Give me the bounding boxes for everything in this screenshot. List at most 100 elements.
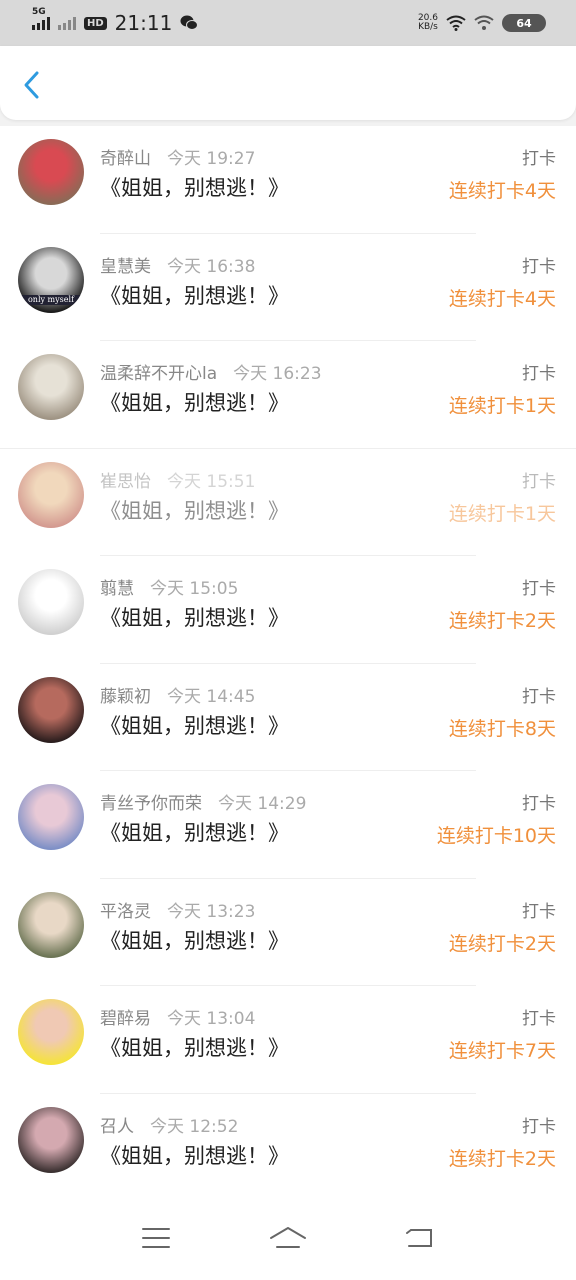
list-item[interactable]: 碧醉易 今天 13:04 《姐姐，别想逃！》 打卡 连续打卡7天 [0, 986, 576, 1094]
user-name[interactable]: 碧醉易 [100, 1004, 151, 1029]
book-title: 《姐姐，别想逃！》 [100, 391, 289, 415]
back-nav-button[interactable] [397, 1215, 443, 1261]
book-title: 《姐姐，别想逃！》 [100, 1143, 289, 1168]
streak-label: 连续打卡1天 [448, 395, 556, 417]
streak-label: 连续打卡8天 [448, 717, 556, 740]
signal-icon: 5G [32, 7, 50, 30]
streak-label: 连续打卡2天 [448, 610, 556, 632]
user-name[interactable]: 平洛灵 [100, 897, 151, 922]
streak-label: 连续打卡10天 [436, 825, 556, 847]
streak-label: 连续打卡2天 [448, 932, 556, 955]
list-item[interactable]: 温柔辞不开心la 今天 16:23 《姐姐，别想逃！》 打卡 连续打卡1天 [0, 341, 576, 449]
avatar[interactable] [18, 999, 84, 1065]
wifi-icon [474, 15, 494, 30]
list-item[interactable]: 崔思怡 今天 15:51 《姐姐，别想逃！》 打卡 连续打卡1天 [0, 449, 576, 556]
list-item[interactable]: 翦慧 今天 15:05 《姐姐，别想逃！》 打卡 连续打卡2天 [0, 556, 576, 664]
checkin-list: 奇醉山 今天 19:27 《姐姐，别想逃！》 打卡 连续打卡4天 only my… [0, 126, 576, 1201]
streak-label: 连续打卡2天 [448, 1147, 556, 1170]
avatar[interactable] [18, 569, 84, 635]
avatar[interactable] [18, 354, 84, 420]
post-time: 今天 14:45 [167, 686, 256, 707]
list-item[interactable]: 奇醉山 今天 19:27 《姐姐，别想逃！》 打卡 连续打卡4天 [0, 126, 576, 234]
avatar[interactable] [18, 461, 84, 528]
activity-type: 打卡 [522, 794, 556, 814]
user-name[interactable]: 藤颖初 [100, 682, 151, 707]
home-button[interactable] [265, 1215, 311, 1261]
activity-type: 打卡 [522, 149, 556, 169]
streak-label: 连续打卡4天 [448, 287, 556, 310]
post-time: 今天 19:27 [167, 149, 256, 169]
user-name[interactable]: 温柔辞不开心la [100, 359, 217, 384]
battery-icon: 64 [502, 14, 546, 32]
user-name[interactable]: 召人 [100, 1112, 134, 1137]
avatar[interactable] [18, 784, 84, 850]
book-title: 《姐姐，别想逃！》 [100, 713, 289, 738]
book-title: 《姐姐，别想逃！》 [100, 606, 289, 630]
list-item[interactable]: 召人 今天 12:52 《姐姐，别想逃！》 打卡 连续打卡2天 [0, 1094, 576, 1201]
activity-type: 打卡 [522, 1116, 556, 1137]
activity-type: 打卡 [522, 686, 556, 707]
avatar[interactable] [18, 676, 84, 743]
list-item[interactable]: 平洛灵 今天 13:23 《姐姐，别想逃！》 打卡 连续打卡2天 [0, 879, 576, 986]
hd-badge: HD [84, 16, 107, 30]
book-title: 《姐姐，别想逃！》 [100, 498, 289, 523]
item-meta: 碧醉易 今天 13:04 [100, 1004, 255, 1029]
chevron-left-icon [24, 71, 39, 99]
list-item[interactable]: 藤颖初 今天 14:45 《姐姐，别想逃！》 打卡 连续打卡8天 [0, 664, 576, 771]
post-time: 今天 16:23 [233, 364, 322, 384]
back-icon [406, 1229, 432, 1247]
post-time: 今天 16:38 [167, 256, 256, 277]
user-name[interactable]: 奇醉山 [100, 144, 151, 169]
streak-label: 连续打卡4天 [448, 180, 556, 202]
system-nav-bar [0, 1196, 576, 1280]
list-item[interactable]: 青丝予你而荣 今天 14:29 《姐姐，别想逃！》 打卡 连续打卡10天 [0, 771, 576, 879]
post-time: 今天 14:29 [218, 794, 307, 814]
post-time: 今天 12:52 [150, 1116, 239, 1137]
item-meta: 崔思怡 今天 15:51 [100, 467, 255, 492]
activity-type: 打卡 [522, 1009, 556, 1029]
post-time: 今天 15:51 [167, 471, 256, 492]
signal-icon [58, 16, 76, 30]
user-name[interactable]: 翦慧 [100, 574, 134, 599]
status-bar: 5G HD 21:11 20.6 KB/s 64 [0, 0, 576, 46]
user-name[interactable]: 皇慧美 [100, 252, 151, 277]
book-title: 《姐姐，别想逃！》 [100, 821, 289, 845]
avatar[interactable] [18, 891, 84, 958]
item-meta: 翦慧 今天 15:05 [100, 574, 238, 599]
item-meta: 召人 今天 12:52 [100, 1112, 238, 1137]
item-meta: 藤颖初 今天 14:45 [100, 682, 255, 707]
post-time: 今天 13:04 [167, 1009, 256, 1029]
avatar[interactable]: only myself [18, 246, 84, 313]
activity-type: 打卡 [522, 364, 556, 384]
book-title: 《姐姐，别想逃！》 [100, 283, 289, 308]
menu-button[interactable] [133, 1215, 179, 1261]
post-time: 今天 15:05 [150, 579, 239, 599]
network-speed: 20.6 KB/s [417, 13, 438, 32]
avatar-caption: only myself [18, 294, 84, 305]
user-name[interactable]: 崔思怡 [100, 467, 151, 492]
user-name[interactable]: 青丝予你而荣 [100, 789, 202, 814]
item-meta: 青丝予你而荣 今天 14:29 [100, 789, 306, 814]
streak-label: 连续打卡1天 [448, 502, 556, 525]
back-button[interactable] [18, 70, 44, 100]
streak-label: 连续打卡7天 [448, 1040, 556, 1062]
menu-icon [142, 1228, 170, 1248]
wechat-icon [180, 15, 199, 30]
list-item[interactable]: only myself 皇慧美 今天 16:38 《姐姐，别想逃！》 打卡 连续… [0, 234, 576, 341]
status-time: 21:11 [114, 11, 173, 35]
activity-type: 打卡 [522, 901, 556, 922]
post-time: 今天 13:23 [167, 901, 256, 922]
item-meta: 平洛灵 今天 13:23 [100, 897, 255, 922]
item-meta: 皇慧美 今天 16:38 [100, 252, 255, 277]
item-meta: 温柔辞不开心la 今天 16:23 [100, 359, 322, 384]
avatar[interactable] [18, 1106, 84, 1173]
home-icon [270, 1227, 306, 1248]
activity-type: 打卡 [522, 471, 556, 492]
book-title: 《姐姐，别想逃！》 [100, 928, 289, 953]
header-bar [0, 46, 576, 120]
activity-type: 打卡 [522, 579, 556, 599]
activity-type: 打卡 [522, 256, 556, 277]
book-title: 《姐姐，别想逃！》 [100, 1036, 289, 1060]
avatar[interactable] [18, 139, 84, 205]
book-title: 《姐姐，别想逃！》 [100, 176, 289, 200]
